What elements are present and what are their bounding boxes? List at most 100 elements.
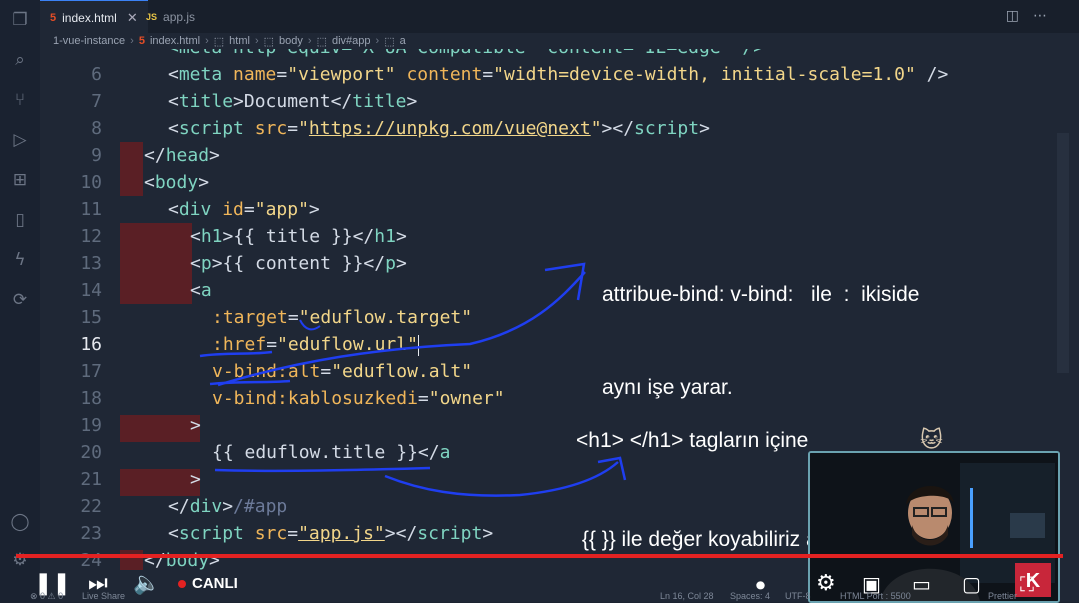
code-line: 18 v-bind:kablosuzkedi="owner"	[40, 385, 1079, 412]
code-line: 14 <a	[40, 277, 1079, 304]
live-share-button[interactable]: Live Share	[82, 591, 125, 601]
line-number: 20	[80, 442, 102, 463]
tag-name: meta	[178, 64, 223, 85]
line-number: 22	[80, 496, 102, 517]
annotation-text: attribue-bind: v-bind: ile : ikiside	[602, 283, 920, 306]
code-line: 12 <h1>{{ title }}</h1>	[40, 223, 1079, 250]
line-number: 23	[80, 523, 102, 544]
text-node: {{ title }}	[233, 226, 353, 247]
attr-value: "eduflow.url"	[277, 334, 418, 355]
editor-scrollbar[interactable]	[1057, 133, 1069, 373]
attr-name: name	[233, 64, 277, 85]
text-cursor	[417, 334, 419, 356]
code-line: 7 <title>Document</title>	[40, 88, 1079, 115]
text-node: {{ eduflow.title }}	[212, 442, 418, 463]
code-line-current: 16 :href="eduflow.url"	[40, 331, 1079, 358]
line-number: 15	[80, 307, 102, 328]
tab-index-html[interactable]: 5 index.html ✕	[40, 0, 148, 34]
tab-label: index.html	[62, 10, 117, 25]
status-bar: ⊗ 0 ⚠ 0 Live Share Ln 16, Col 28 Spaces:…	[30, 591, 1079, 602]
attr-value: "app.js"	[298, 523, 385, 544]
attr-value: "owner"	[428, 388, 505, 409]
attr-name: src	[254, 523, 288, 544]
code-line: 13 <p>{{ content }}</p>	[40, 250, 1079, 277]
extensions-icon[interactable]: ⊞	[10, 170, 30, 190]
live-label: CANLI	[192, 575, 238, 592]
html-file-icon: 5	[50, 11, 57, 24]
element-icon: ⬚	[316, 35, 327, 48]
tag-name: title	[178, 91, 234, 112]
attr-name: v-bind:alt	[212, 361, 321, 382]
live-indicator[interactable]: CANLI	[178, 575, 238, 592]
tag-name: script	[178, 523, 244, 544]
code-line: 15 :target="eduflow.target"	[40, 304, 1079, 331]
line-number: 6	[91, 64, 102, 85]
problems-count[interactable]: ⊗ 0 ⚠ 0	[30, 591, 63, 602]
video-progress-fill	[16, 554, 1063, 558]
attr-name: id	[222, 199, 244, 220]
live-server-port[interactable]: HTML Port : 5500	[840, 591, 911, 601]
tab-label: app.js	[163, 9, 196, 24]
tag-name: script	[178, 118, 244, 139]
attr-value: "eduflow.target"	[298, 307, 473, 328]
attr-name: :href	[212, 334, 267, 355]
text-node: Document	[243, 91, 331, 112]
source-control-icon[interactable]: ⑂	[10, 90, 30, 110]
remote-icon[interactable]: ⟳	[10, 290, 30, 310]
tab-app-js[interactable]: JS app.js	[136, 0, 205, 33]
js-file-icon: JS	[146, 11, 158, 22]
tag-name: head	[165, 145, 210, 166]
cursor-position[interactable]: Ln 16, Col 28	[660, 591, 714, 601]
tag-name: div	[189, 496, 223, 517]
attr-value: "width=device-width, initial-scale=1.0"	[493, 64, 916, 85]
split-editor-icon[interactable]: ◫	[1006, 8, 1033, 24]
tag-name: a	[200, 280, 212, 301]
settings-gear-icon[interactable]: ⚙	[10, 550, 30, 570]
bookmark-icon[interactable]: ▯	[10, 210, 30, 230]
html-file-icon: 5	[138, 35, 145, 47]
text-node: >	[190, 469, 201, 490]
code-comment: #app	[243, 496, 288, 517]
video-progress-bar[interactable]	[16, 554, 1063, 558]
encoding-setting[interactable]: UTF-8	[785, 591, 811, 601]
cat-figurine-icon: 🐱	[920, 428, 943, 453]
url-link[interactable]: https://unpkg.com/vue@next	[309, 118, 591, 139]
attr-name: content	[406, 64, 483, 85]
line-number: 18	[80, 388, 102, 409]
breadcrumb-item[interactable]: index.html	[150, 35, 200, 47]
line-number: 17	[80, 361, 102, 382]
element-icon: ⬚	[384, 35, 395, 48]
more-actions-icon[interactable]: ⋯	[1033, 8, 1061, 24]
code-line: 11 <div id="app">	[40, 196, 1079, 223]
live-dot-icon	[178, 579, 186, 588]
line-number: 12	[80, 226, 102, 247]
tag-name: script	[634, 118, 700, 139]
code-line: 8 <script src="https://unpkg.com/vue@nex…	[40, 115, 1079, 142]
attr-value: "eduflow.alt"	[331, 361, 473, 382]
text-node: {{ content }}	[222, 253, 364, 274]
lightning-icon[interactable]: ϟ	[10, 250, 30, 270]
account-icon[interactable]: ◯	[10, 512, 30, 532]
attr-name: src	[254, 118, 288, 139]
line-number: 7	[91, 91, 102, 112]
tag-name: title	[352, 91, 407, 112]
explorer-icon[interactable]: ❐	[10, 10, 30, 30]
breadcrumb-item[interactable]: body	[279, 35, 303, 47]
code-line: 17 v-bind:alt="eduflow.alt"	[40, 358, 1079, 385]
search-icon[interactable]: ⌕	[10, 50, 30, 70]
breadcrumb-item[interactable]: div#app	[332, 35, 371, 47]
breadcrumb-item[interactable]: html	[229, 35, 250, 47]
tag-name: a	[439, 442, 451, 463]
indentation-setting[interactable]: Spaces: 4	[730, 591, 770, 601]
breadcrumb-item[interactable]: a	[400, 35, 406, 47]
prettier-status[interactable]: Prettier	[988, 591, 1017, 601]
run-debug-icon[interactable]: ▷	[10, 130, 30, 150]
code-line: 10 <body>	[40, 169, 1079, 196]
text-node: >	[190, 415, 201, 436]
breadcrumb-item[interactable]: 1-vue-instance	[53, 35, 125, 47]
line-number: 11	[80, 199, 102, 220]
tag-name: h1	[200, 226, 223, 247]
line-number: 14	[80, 280, 102, 301]
attr-name: v-bind:kablosuzkedi	[212, 388, 418, 409]
tag-name: div	[178, 199, 212, 220]
